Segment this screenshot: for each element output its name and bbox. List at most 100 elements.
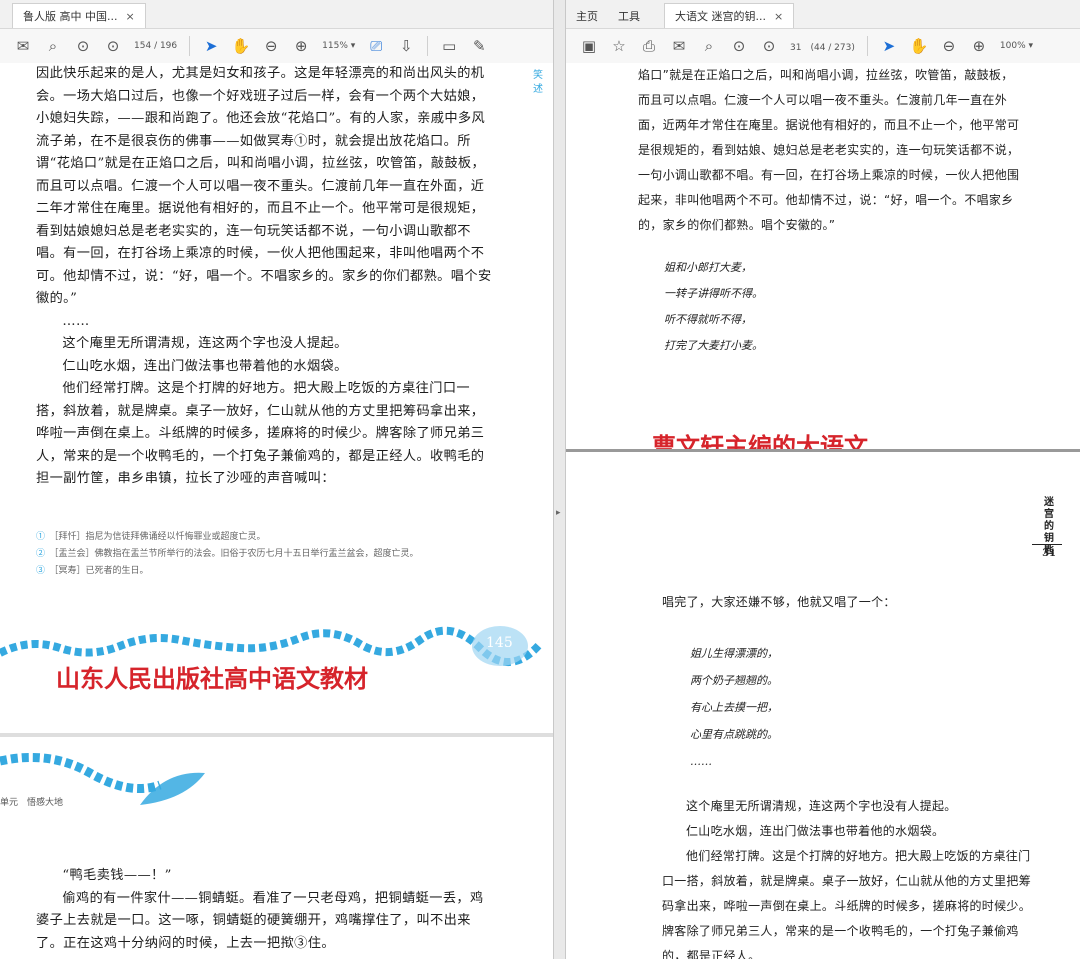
right-pdf-viewer: 主页 工具 大语文 迷宫的钥... × ▣ ☆ ⎙ ✉ ⌕ ⊙ ⊙ 31 (44… [566,0,1080,959]
ellipsis: …… [62,313,90,329]
paragraph: 他们经常打牌。这是个打牌的好地方。把大殿上吃饭的方桌往门口一搭，斜放着，就是牌桌… [36,381,485,486]
zoom-level[interactable]: 115% ▾ [316,41,361,51]
ellipsis: …… [690,755,712,768]
zoom-out-icon[interactable]: ⊖ [256,33,286,59]
page-down-icon[interactable]: ⊙ [98,33,128,59]
tab-tools[interactable]: 工具 [608,4,650,28]
left-page-145: 笑述 因此快乐起来的是人，尤其是妇女和孩子。这是年轻漂亮的和尚出风头的机会。一场… [0,63,553,733]
footnote-text: ［盂兰会］佛教指在盂兰节所举行的法会。旧俗于农历七月十五日举行盂兰盆会，超度亡灵… [54,549,419,559]
left-tab-bar: 鲁人版 高中 中国... × [0,0,553,29]
song-line: 一转子讲得听不得。 [664,287,763,300]
left-document-tab[interactable]: 鲁人版 高中 中国... × [12,3,146,28]
paragraph: 仁山吃水烟，连出门做法事也带着他的水烟袋。 [62,358,348,374]
page-number-input[interactable]: 31 (44 / 273) [784,40,861,53]
paragraph: 他们经常打牌。这是个打牌的好地方。把大殿上吃饭的方桌往门口一搭，斜放着，就是牌桌… [662,849,1032,959]
pane-splitter[interactable]: ▸ [553,0,566,959]
page-number-input[interactable]: 154 / 196 [128,41,183,51]
zoom-level[interactable]: 100% ▾ [994,41,1039,51]
paragraph: “鸭毛卖钱——！” [62,868,172,883]
tab-tools-label: 工具 [618,10,640,23]
right-document-tab[interactable]: 大语文 迷宫的钥... × [664,3,795,28]
footnote-mark: ① [36,532,46,542]
pen-icon[interactable]: ✎ [464,33,494,59]
footnote-mark: ③ [36,566,46,576]
song-one: 姐和小郎打大麦， 一转子讲得听不得。 听不得就听不得， 打完了大麦打小麦。 [664,255,763,359]
caption-shandong: 山东人民出版社高中语文教材 [56,665,368,693]
right-toolbar: ▣ ☆ ⎙ ✉ ⌕ ⊙ ⊙ 31 (44 / 273) ➤ ✋ ⊖ ⊕ 100%… [566,29,1080,64]
unit-header: 单元 悟感大地 [0,798,64,808]
close-icon[interactable]: × [774,10,783,23]
zoom-value: 100% [999,41,1026,51]
paragraph: 焰口”就是在正焰口之后，叫和尚唱小调，拉丝弦，吹管笛，敲鼓板，而且可以点唱。仁渡… [638,68,1020,232]
search-icon[interactable]: ⌕ [694,33,724,59]
fit-page-icon[interactable]: ⎚ [361,33,391,59]
paragraph: 这个庵里无所谓清规，连这两个字也没有人提起。 [686,799,957,813]
page-current: 31 [790,42,802,53]
save-icon[interactable]: ▣ [574,33,604,59]
page-down-icon[interactable]: ⊙ [754,33,784,59]
page-up-icon[interactable]: ⊙ [724,33,754,59]
bookmark-star-icon[interactable]: ☆ [604,33,634,59]
left-pdf-viewer: 鲁人版 高中 中国... × ✉ ⌕ ⊙ ⊙ 154 / 196 ➤ ✋ ⊖ ⊕… [0,0,554,959]
footnote: ③ ［冥寿］已死者的生日。 [36,563,476,580]
song-two: 姐儿生得漂漂的， 两个奶子翘翘的。 有心上去摸一把， 心里有点跳跳的。 …… [690,640,778,775]
paragraph: 这个庵里无所谓清规，连这两个字也没人提起。 [62,336,348,351]
footnote-text: ［拜忏］指尼为信徒拜佛诵经以忏悔罪业或超度亡灵。 [54,532,266,542]
footnote-mark: ② [36,549,46,559]
scroll-mode-icon[interactable]: ⇩ [391,33,421,59]
cursor-icon[interactable]: ➤ [196,33,226,59]
zoom-value: 115% [322,41,348,51]
page-total: / 196 [154,41,178,51]
song-line: 听不得就听不得， [664,313,752,326]
paragraph: 仁山吃水烟，连出门做法事也带着他的水烟袋。 [686,824,945,838]
close-icon[interactable]: × [125,10,134,23]
footnote: ② ［盂兰会］佛教指在盂兰节所举行的法会。旧俗于农历七月十五日举行盂兰盆会，超度… [36,546,476,563]
page-current: 154 [134,41,152,51]
song-line: 有心上去摸一把， [690,701,778,714]
tab-home[interactable]: 主页 [566,4,608,28]
toolbar-divider [189,36,191,56]
right-body-text: 焰口”就是在正焰口之后，叫和尚唱小调，拉丝弦，吹管笛，敲鼓板，而且可以点唱。仁渡… [638,63,1022,238]
right-page-top: 焰口”就是在正焰口之后，叫和尚唱小调，拉丝弦，吹管笛，敲鼓板，而且可以点唱。仁渡… [566,63,1080,461]
cursor-icon[interactable]: ➤ [874,33,904,59]
tab-home-label: 主页 [576,10,598,23]
toolbar-divider [866,36,868,56]
hand-icon[interactable]: ✋ [904,33,934,59]
collapse-arrow-icon[interactable]: ▸ [556,508,561,518]
song-line: 两个奶子翘翘的。 [690,674,778,687]
song-line: 心里有点跳跳的。 [690,728,778,741]
page-number-rule [1032,544,1062,545]
print-icon[interactable]: ⎙ [634,33,664,59]
zoom-in-icon[interactable]: ⊕ [964,33,994,59]
paragraph: 偷鸡的有一件家什——铜蜻蜓。看准了一只老母鸡，把铜蜻蜓一丢，鸡婆子上去就是一口。… [36,890,484,951]
page-total: (44 / 273) [810,42,855,53]
mail-icon[interactable]: ✉ [664,33,694,59]
left-next-text: “鸭毛卖钱——！” 偷鸡的有一件家什——铜蜻蜓。看准了一只老母鸡，把铜蜻蜓一丢，… [36,865,492,955]
zoom-out-icon[interactable]: ⊖ [934,33,964,59]
side-note: 笑述 [533,70,543,95]
song-line: 姐和小郎打大麦， [664,261,752,274]
left-toolbar: ✉ ⌕ ⊙ ⊙ 154 / 196 ➤ ✋ ⊖ ⊕ 115% ▾ ⎚ ⇩ ▭ ✎ [0,29,553,64]
comment-icon[interactable]: ▭ [434,33,464,59]
toolbar-divider [427,36,429,56]
right-page-31-text: 唱完了，大家还嫌不够，他就又唱了一个： [662,590,1032,615]
left-tab-title: 鲁人版 高中 中国... [23,10,118,23]
song-line: 打完了大麦打小麦。 [664,339,763,352]
page-number: 31 [1042,548,1056,559]
right-page-31: 迷宫的钥匙 31 唱完了，大家还嫌不够，他就又唱了一个： 姐儿生得漂漂的， 两个… [566,452,1080,959]
page-up-icon[interactable]: ⊙ [68,33,98,59]
mail-icon[interactable]: ✉ [8,33,38,59]
paragraph: 唱完了，大家还嫌不够，他就又唱了一个： [662,595,896,609]
footnote-text: ［冥寿］已死者的生日。 [54,566,149,576]
search-icon[interactable]: ⌕ [38,33,68,59]
hand-icon[interactable]: ✋ [226,33,256,59]
left-page-146: 单元 悟感大地 “鸭毛卖钱——！” 偷鸡的有一件家什——铜蜻蜓。看准了一只老母鸡… [0,737,553,959]
paragraph: 因此快乐起来的是人，尤其是妇女和孩子。这是年轻漂亮的和尚出风头的机会。一场大焰口… [36,66,492,306]
right-page-31-body: 这个庵里无所谓清规，连这两个字也没有人提起。 仁山吃水烟，连出门做法事也带着他的… [662,794,1040,959]
right-tab-bar: 主页 工具 大语文 迷宫的钥... × [566,0,1080,29]
zoom-in-icon[interactable]: ⊕ [286,33,316,59]
footnotes: ① ［拜忏］指尼为信徒拜佛诵经以忏悔罪业或超度亡灵。 ② ［盂兰会］佛教指在盂兰… [36,529,476,580]
footnote: ① ［拜忏］指尼为信徒拜佛诵经以忏悔罪业或超度亡灵。 [36,529,476,546]
left-body-text: 因此快乐起来的是人，尤其是妇女和孩子。这是年轻漂亮的和尚出风头的机会。一场大焰口… [36,63,492,491]
right-tab-title: 大语文 迷宫的钥... [675,10,766,23]
